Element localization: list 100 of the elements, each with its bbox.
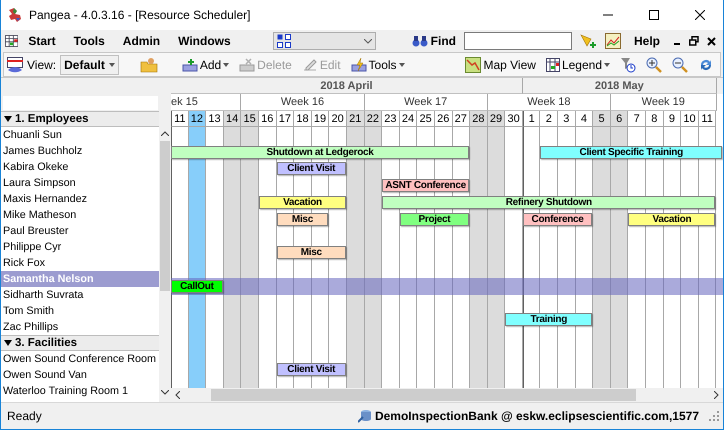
month-header: 2018 April (171, 78, 523, 94)
group-header[interactable]: 3. Facilities (1, 335, 159, 351)
menu-item[interactable]: Start (20, 32, 64, 50)
find-button[interactable]: Find (410, 34, 458, 48)
booking-bar[interactable]: Vacation (258, 196, 346, 209)
day-header: 22 (364, 111, 382, 127)
booking-bar[interactable]: Refinery Shutdown (382, 196, 716, 209)
day-header: 24 (400, 111, 418, 127)
week-header: Week 17 (364, 94, 488, 111)
help-menu[interactable]: Help (626, 32, 668, 50)
layout-icon (276, 34, 291, 48)
collapse-triangle-icon[interactable] (4, 339, 12, 347)
day-header: 9 (664, 111, 682, 127)
collapse-triangle-icon[interactable] (4, 115, 12, 123)
restore-icon[interactable] (689, 36, 699, 46)
day-header: 16 (258, 111, 277, 127)
booking-bar[interactable]: Project (400, 212, 470, 226)
day-header: 28 (470, 111, 488, 127)
booking-bar[interactable]: Misc (276, 246, 346, 260)
week-header: Week 18 (488, 94, 611, 111)
day-header: 5 (593, 111, 611, 127)
view-dropdown[interactable]: Default (60, 54, 119, 74)
connection-text: DemoInspectionBank @ eskw.eclipsescientific.com,1577 (374, 409, 699, 423)
day-header: 6 (610, 111, 628, 127)
booking-bar[interactable]: Client Specific Training (540, 146, 722, 159)
day-header: 19 (312, 111, 330, 127)
add-icon (182, 58, 198, 72)
day-header: 4 (576, 111, 594, 127)
booking-bar[interactable]: Client Visit (276, 363, 346, 376)
pencil-icon (302, 58, 318, 72)
day-header: 11 (171, 111, 189, 127)
week-header: Week 16 (241, 94, 365, 111)
window-title: Pangea - 4.0.3.16 - [Resource Scheduler] (29, 8, 252, 22)
day-header: 15 (241, 111, 259, 127)
caret-icon (108, 62, 115, 66)
status-text: Ready (7, 409, 43, 423)
scrollbar-thumb[interactable] (211, 389, 636, 401)
day-header: 13 (206, 111, 224, 127)
lightning-icon (350, 58, 367, 72)
map-icon (465, 56, 482, 72)
view-icon (7, 56, 23, 72)
day-header: 26 (434, 111, 452, 127)
group-title: 1. Employees (15, 113, 89, 125)
month-header: 2018 May (523, 78, 717, 94)
day-header: 12 (188, 111, 206, 127)
layout-dropdown[interactable] (272, 32, 376, 50)
day-header: 23 (382, 111, 400, 127)
booking-bar[interactable]: Misc (276, 212, 328, 226)
delete-icon (239, 58, 256, 72)
legend-button[interactable]: Legend (542, 54, 613, 74)
view-label: View: (27, 58, 56, 72)
day-header: 20 (329, 111, 347, 127)
menu-item[interactable]: Admin (114, 32, 168, 50)
app-logo-icon (7, 7, 23, 23)
day-header: 21 (346, 111, 365, 127)
calendar-grid-icon[interactable] (5, 34, 18, 48)
menu-item[interactable]: Tools (66, 32, 113, 50)
filter-clock-icon[interactable] (620, 56, 636, 72)
group-header[interactable]: 1. Employees (1, 111, 159, 127)
booking-bar[interactable]: CallOut (171, 280, 223, 293)
legend-icon (546, 58, 560, 72)
binoculars-icon (412, 35, 428, 47)
booking-bar[interactable]: ASNT Conference (382, 179, 470, 192)
day-header: 8 (646, 111, 664, 127)
day-header: 2 (540, 111, 558, 127)
scrollbar-thumb[interactable] (160, 141, 170, 291)
group-title: 3. Facilities (15, 337, 78, 349)
day-header: 1 (522, 111, 540, 127)
day-header: 10 (681, 111, 699, 127)
menu-item[interactable]: Windows (170, 32, 239, 50)
zoom-out-icon[interactable] (672, 56, 688, 72)
resize-grip-icon (709, 411, 719, 421)
map-view-button[interactable]: Map View (462, 54, 539, 74)
find-field[interactable] (464, 32, 572, 50)
booking-bar[interactable]: Conference (522, 212, 592, 226)
day-header: 7 (628, 111, 646, 127)
add-button[interactable]: Add (178, 54, 232, 74)
day-header: 29 (488, 111, 506, 127)
day-header: 17 (276, 111, 294, 127)
tools-button[interactable]: Tools (348, 54, 408, 74)
chevron-down-icon (364, 38, 372, 44)
day-header: 30 (505, 111, 523, 127)
day-header: 3 (558, 111, 576, 127)
database-icon (358, 409, 372, 423)
booking-bar[interactable]: Shutdown at Ledgerock (171, 146, 470, 159)
day-header: 27 (452, 111, 470, 127)
chart-icon[interactable] (604, 33, 621, 49)
folder-person-icon[interactable] (140, 56, 158, 72)
zoom-in-icon[interactable] (646, 56, 662, 72)
booking-bar[interactable]: Vacation (628, 212, 716, 226)
booking-bar[interactable]: Client Visit (276, 162, 346, 176)
week-header: ek 15 (171, 94, 242, 111)
day-header: 18 (294, 111, 312, 127)
day-header: 25 (417, 111, 435, 127)
maximize-icon[interactable] (649, 10, 659, 20)
day-header: 14 (224, 111, 242, 127)
booking-bar[interactable]: Training (505, 313, 592, 326)
close-icon[interactable] (707, 36, 716, 46)
close-icon[interactable] (695, 10, 705, 20)
search-field[interactable] (3, 96, 158, 110)
